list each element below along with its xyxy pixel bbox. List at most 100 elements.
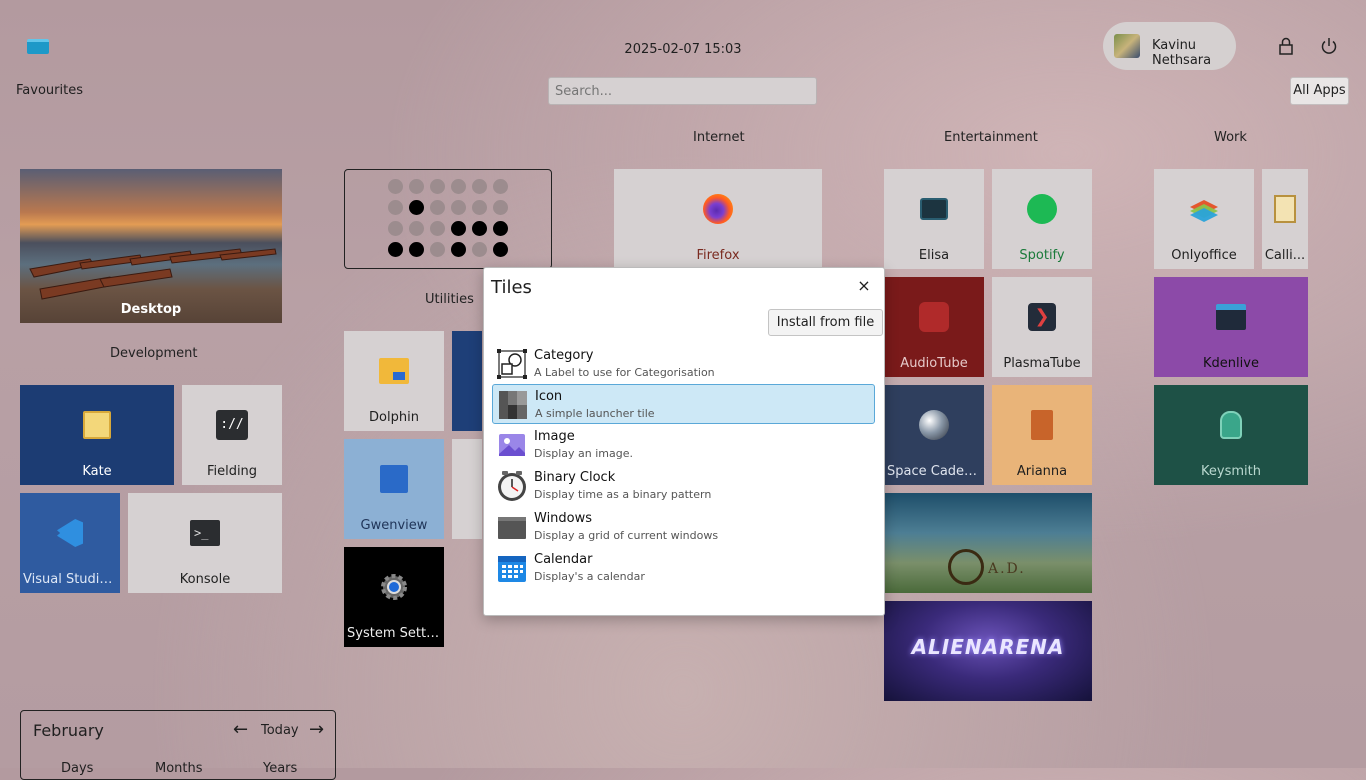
vscode-tile[interactable]: Visual Studio... bbox=[20, 493, 120, 593]
category-utilities: Utilities bbox=[425, 292, 474, 307]
binary-clock-title: Binary Clock bbox=[534, 470, 616, 485]
fielding-label: Fielding bbox=[206, 464, 258, 479]
kdenlive-tile[interactable]: Kdenlive bbox=[1154, 277, 1308, 377]
space-cadet-label: Space Cadet ... bbox=[887, 464, 981, 479]
windows-title: Windows bbox=[534, 511, 593, 526]
firefox-tile[interactable]: Firefox bbox=[614, 169, 822, 269]
fielding-tile[interactable]: :// Fielding bbox=[182, 385, 282, 485]
audiotube-label: AudioTube bbox=[900, 356, 968, 371]
install-from-file-button[interactable]: Install from file bbox=[768, 309, 883, 336]
tile-type-icon[interactable]: Icon A simple launcher tile bbox=[492, 384, 875, 424]
binary-clock-dot bbox=[430, 200, 445, 215]
calendar-desc: Display's a calendar bbox=[534, 570, 645, 583]
user-name: Kavinu Nethsara bbox=[1152, 38, 1212, 68]
tile-type-calendar[interactable]: Calendar Display's a calendar bbox=[492, 548, 875, 588]
konsole-label: Konsole bbox=[179, 572, 231, 587]
space-cadet-tile[interactable]: Space Cadet ... bbox=[884, 385, 984, 485]
dolphin-label: Dolphin bbox=[369, 410, 419, 425]
lock-icon[interactable] bbox=[1276, 36, 1296, 56]
kdenlive-label: Kdenlive bbox=[1203, 356, 1259, 371]
tile-type-binary-clock[interactable]: Binary Clock Display time as a binary pa… bbox=[492, 466, 875, 506]
windows-desc: Display a grid of current windows bbox=[534, 529, 719, 542]
dolphin-tile[interactable]: Dolphin bbox=[344, 331, 444, 431]
calendar-prev-icon[interactable]: ← bbox=[233, 721, 248, 739]
plasmatube-tile[interactable]: ❯ PlasmaTube bbox=[992, 277, 1092, 377]
calendar-widget: February ← Today → Days Months Years bbox=[20, 710, 336, 780]
user-pill[interactable]: Kavinu Nethsara bbox=[1103, 22, 1236, 70]
binary-clock-dot bbox=[451, 179, 466, 194]
favourites-label: Favourites bbox=[16, 83, 83, 98]
plasmatube-icon: ❯ bbox=[1028, 303, 1056, 331]
tile-type-windows[interactable]: Windows Display a grid of current window… bbox=[492, 507, 875, 547]
konsole-tile[interactable]: >_ Konsole bbox=[128, 493, 282, 593]
category-icon bbox=[496, 348, 528, 380]
all-apps-button[interactable]: All Apps bbox=[1290, 77, 1349, 105]
elisa-icon bbox=[920, 198, 948, 220]
binary-clock-dot bbox=[472, 242, 487, 257]
plasmatube-label: PlasmaTube bbox=[1003, 356, 1081, 371]
icon-desc: A simple launcher tile bbox=[535, 407, 655, 420]
elisa-tile[interactable]: Elisa bbox=[884, 169, 984, 269]
power-icon[interactable] bbox=[1319, 36, 1339, 56]
image-title: Image bbox=[534, 429, 575, 444]
binary-clock-dot bbox=[409, 200, 424, 215]
binary-clock-dot bbox=[409, 179, 424, 194]
arianna-icon bbox=[1031, 410, 1053, 440]
binary-clock-dot bbox=[388, 242, 403, 257]
desktop-image-tile[interactable]: Desktop bbox=[20, 169, 282, 323]
ad-game-tile[interactable]: A.D. bbox=[884, 493, 1092, 593]
kate-icon bbox=[83, 411, 111, 439]
binary-clock-dot bbox=[493, 179, 508, 194]
calendar-tab-months[interactable]: Months bbox=[155, 761, 203, 776]
icon-tile-icon bbox=[497, 389, 529, 421]
hidden-tile-gray[interactable] bbox=[452, 439, 482, 539]
fielding-icon: :// bbox=[216, 410, 248, 440]
category-title: Category bbox=[534, 348, 594, 363]
binary-clock-dot bbox=[388, 179, 403, 194]
binary-clock-tile[interactable] bbox=[344, 169, 552, 269]
desktop-label: Desktop bbox=[120, 302, 182, 317]
system-settings-tile[interactable]: System Setti... bbox=[344, 547, 444, 647]
keysmith-tile[interactable]: Keysmith bbox=[1154, 385, 1308, 485]
avatar bbox=[1114, 34, 1140, 58]
dolphin-icon bbox=[379, 358, 409, 384]
category-development: Development bbox=[110, 346, 198, 361]
binary-clock-dot bbox=[451, 221, 466, 236]
launcher-icon[interactable] bbox=[27, 39, 49, 54]
search-input[interactable] bbox=[548, 77, 817, 105]
category-entertainment: Entertainment bbox=[944, 130, 1038, 145]
image-desc: Display an image. bbox=[534, 447, 634, 460]
binary-clock-dot bbox=[388, 200, 403, 215]
binary-clock-dot bbox=[388, 221, 403, 236]
audiotube-icon bbox=[919, 302, 949, 332]
binary-clock-dot bbox=[493, 221, 508, 236]
calendar-tab-days[interactable]: Days bbox=[61, 761, 93, 776]
close-icon[interactable]: × bbox=[856, 278, 872, 294]
calligra-tile[interactable]: Calli... bbox=[1262, 169, 1308, 269]
arianna-tile[interactable]: Arianna bbox=[992, 385, 1092, 485]
binary-clock-dot bbox=[430, 242, 445, 257]
settings-gear-icon bbox=[378, 571, 410, 603]
gwenview-tile[interactable]: Gwenview bbox=[344, 439, 444, 539]
onlyoffice-tile[interactable]: Onlyoffice bbox=[1154, 169, 1254, 269]
tile-type-category[interactable]: Category A Label to use for Categorisati… bbox=[492, 344, 875, 384]
binary-clock-dot bbox=[472, 200, 487, 215]
kate-tile[interactable]: Kate bbox=[20, 385, 174, 485]
audiotube-tile[interactable]: AudioTube bbox=[884, 277, 984, 377]
gwenview-icon bbox=[380, 465, 408, 493]
category-work: Work bbox=[1214, 130, 1247, 145]
tile-type-image[interactable]: Image Display an image. bbox=[492, 425, 875, 465]
calendar-tab-years[interactable]: Years bbox=[263, 761, 297, 776]
calendar-month: February bbox=[33, 721, 104, 740]
kdenlive-icon bbox=[1216, 304, 1246, 330]
calendar-today-button[interactable]: Today bbox=[261, 723, 299, 738]
calendar-next-icon[interactable]: → bbox=[309, 721, 324, 739]
binary-clock-dot bbox=[430, 221, 445, 236]
spotify-tile[interactable]: Spotify bbox=[992, 169, 1092, 269]
binary-clock-dot bbox=[451, 200, 466, 215]
alien-arena-tile[interactable]: ALIENARENA bbox=[884, 601, 1092, 701]
hidden-tile-blue[interactable] bbox=[452, 331, 482, 431]
category-desc: A Label to use for Categorisation bbox=[534, 366, 715, 379]
spotify-label: Spotify bbox=[1019, 248, 1065, 263]
calligra-label: Calli... bbox=[1264, 248, 1306, 263]
